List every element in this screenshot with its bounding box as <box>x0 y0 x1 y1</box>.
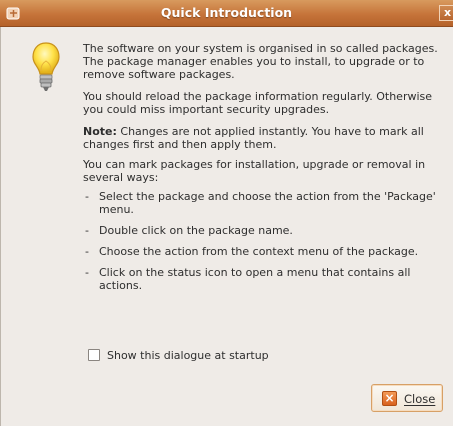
show-at-startup-checkbox[interactable] <box>88 349 100 361</box>
list-item: Click on the status icon to open a menu … <box>85 266 451 292</box>
note-text: Changes are not applied instantly. You h… <box>83 125 424 151</box>
window-title: Quick Introduction <box>160 5 293 20</box>
ways-list: Select the package and choose the action… <box>83 190 449 292</box>
show-at-startup-option[interactable]: Show this dialogue at startup <box>88 349 269 365</box>
close-icon: × <box>382 391 397 406</box>
lightbulb-icon <box>32 42 60 91</box>
intro-paragraph: The software on your system is organised… <box>83 42 438 81</box>
close-icon[interactable]: x <box>439 5 453 21</box>
dialog-body: The software on your system is organised… <box>0 27 453 426</box>
close-button[interactable]: × Close <box>371 384 443 412</box>
ways-intro: You can mark packages for installation, … <box>83 158 426 184</box>
list-item: Double click on the package name. <box>85 224 451 237</box>
message-content: The software on your system is organised… <box>83 42 449 300</box>
quick-introduction-dialog: Quick Introduction x The software on you… <box>0 0 453 426</box>
note-label: Note: <box>83 125 117 138</box>
titlebar[interactable]: Quick Introduction x <box>0 0 453 27</box>
close-button-label: Close <box>404 392 436 406</box>
note-paragraph: Note: Changes are not applied instantly.… <box>83 125 449 151</box>
list-item: Choose the action from the context menu … <box>85 245 451 258</box>
list-item: Select the package and choose the action… <box>85 190 451 216</box>
reload-paragraph: You should reload the package informatio… <box>83 90 433 116</box>
show-at-startup-label[interactable]: Show this dialogue at startup <box>107 349 269 362</box>
